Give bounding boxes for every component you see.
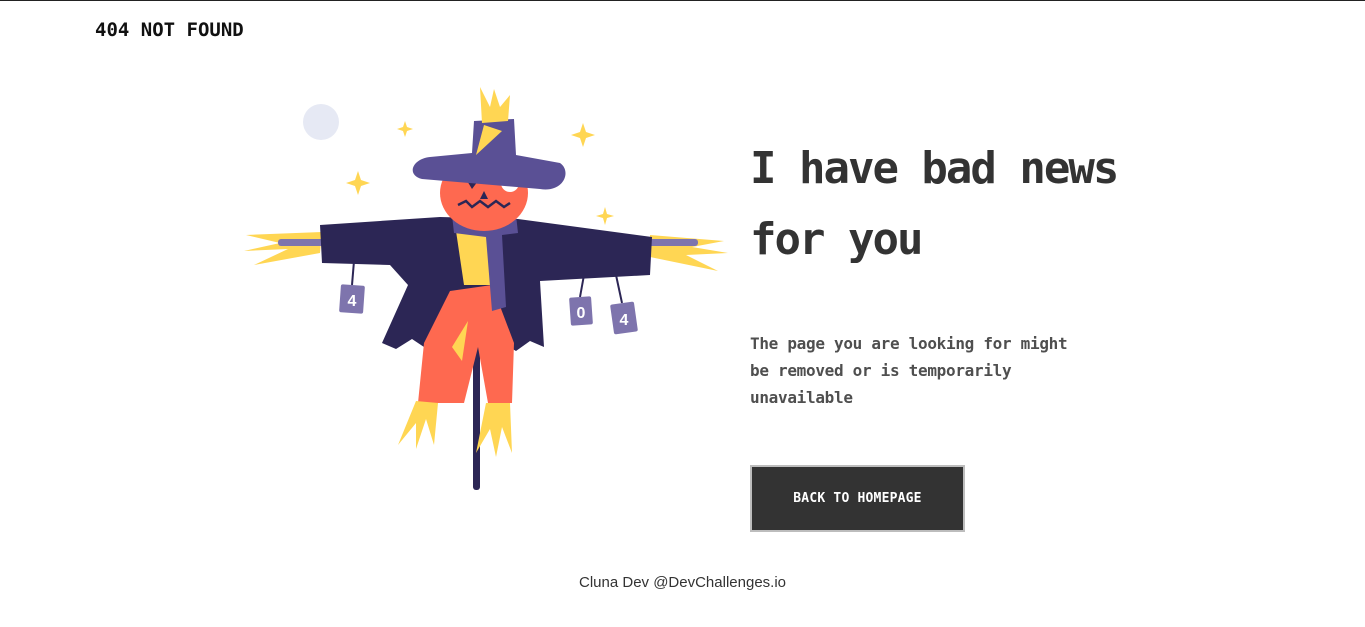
error-message: The page you are looking for might be re… [750,334,1068,407]
moon-icon [303,104,339,140]
footer-credit: Cluna Dev @DevChallenges.io [579,574,786,591]
scarecrow-illustration: 4 0 4 [244,87,728,490]
headline: I have bad news for you [750,143,1119,265]
can-label: 4 [348,293,357,310]
can-label: 0 [577,305,586,322]
can-label: 4 [620,312,629,329]
back-to-homepage-button[interactable]: BACK TO HOMEPAGE [750,465,965,532]
brand-title: 404 NOT FOUND [95,19,244,41]
straw-left [244,232,322,265]
